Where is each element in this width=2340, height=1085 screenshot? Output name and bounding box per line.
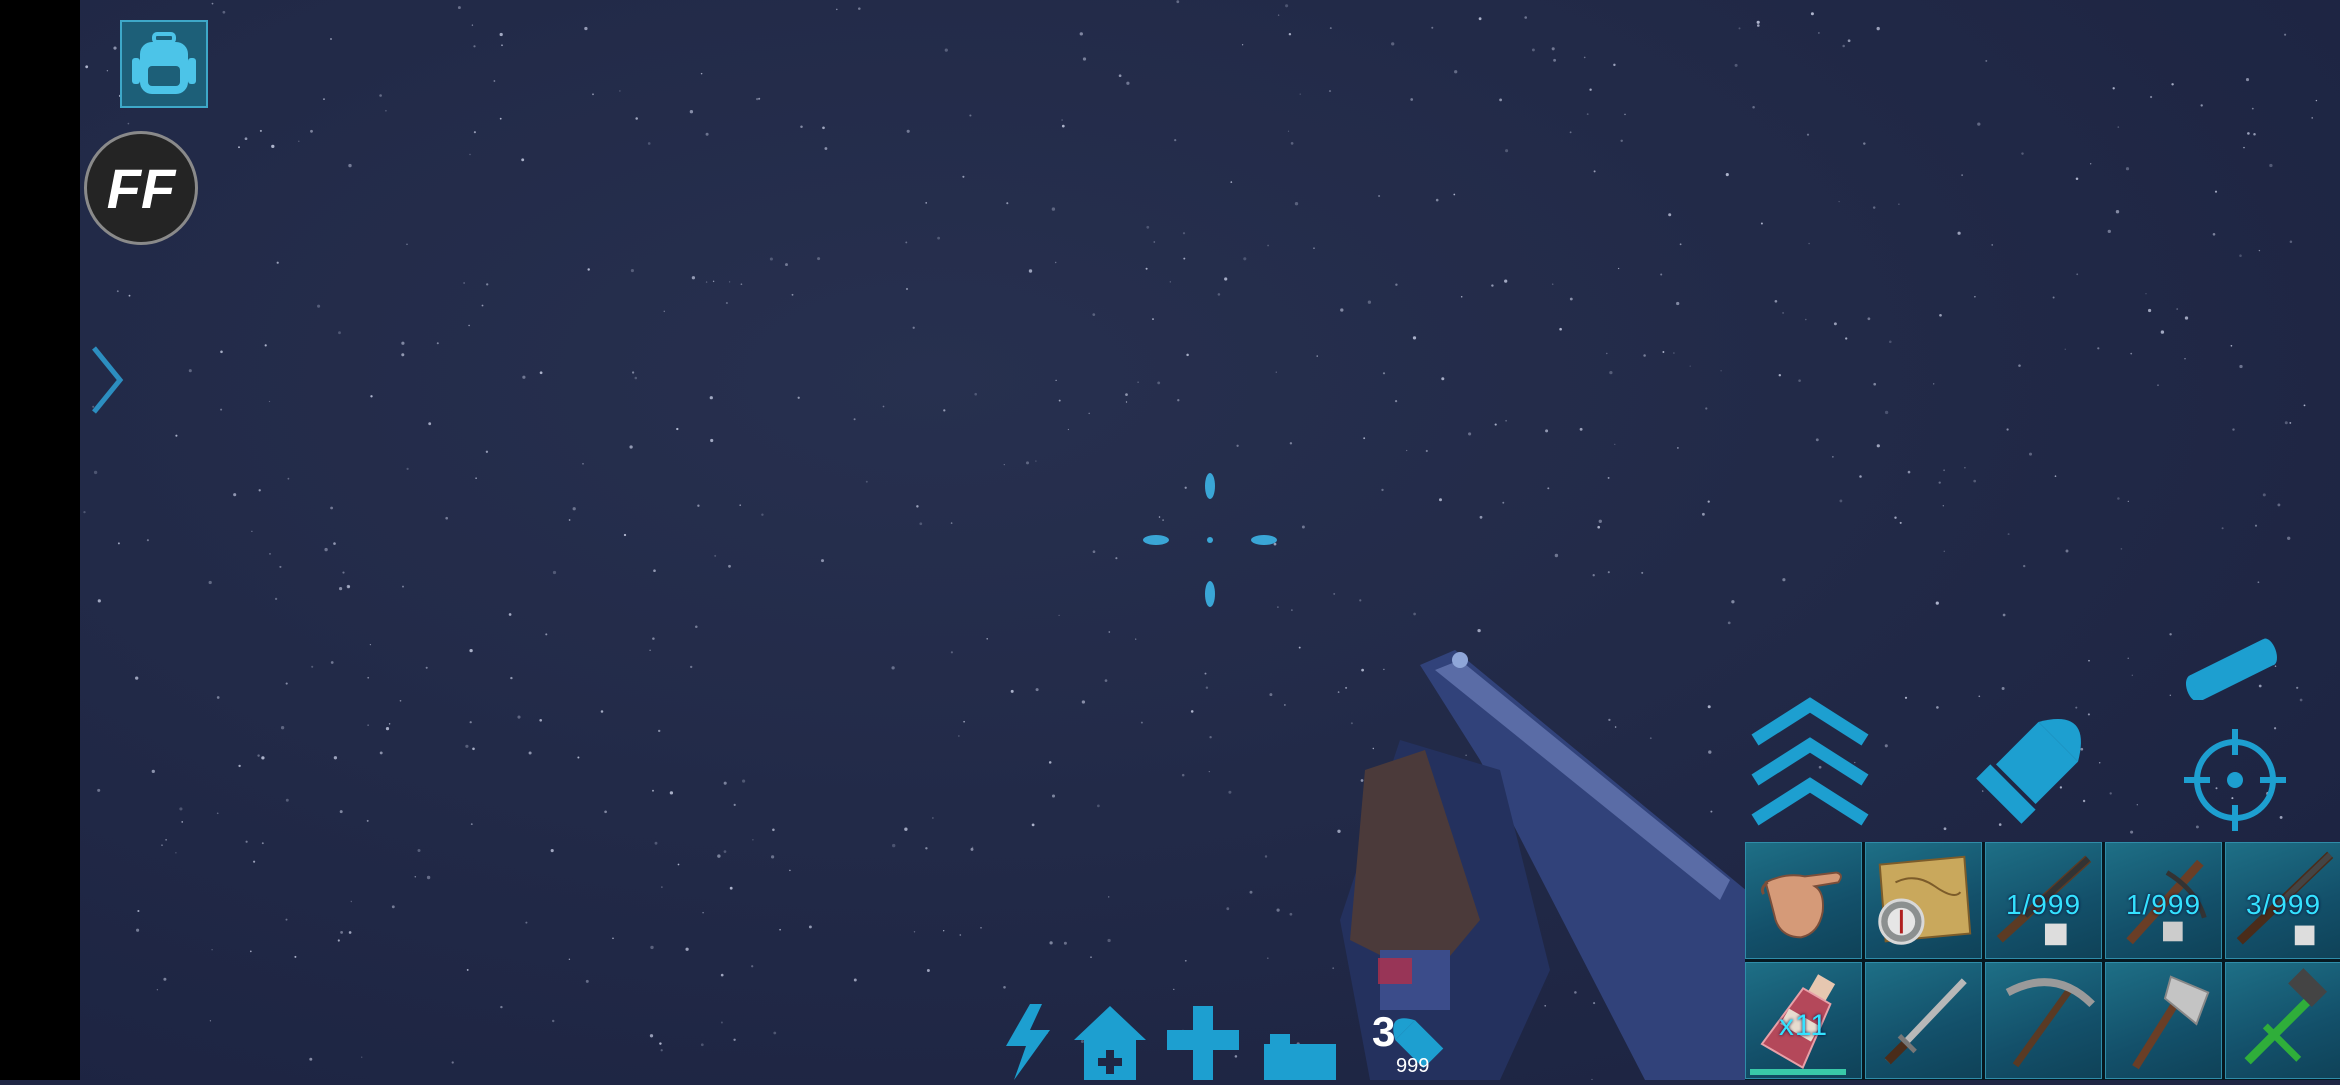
hand-icon (1760, 871, 1842, 939)
map-compass-icon (1878, 855, 1972, 945)
backpack-icon (132, 32, 196, 94)
hotbar-slot-potion[interactable]: x11 (1745, 962, 1862, 1079)
hotbar-slot-pickaxe[interactable] (1985, 962, 2102, 1079)
ff-label: FF (106, 156, 176, 220)
item-quantity: 3/999 (2245, 889, 2322, 920)
item-quantity: x11 (1778, 1009, 1829, 1042)
spyglass-icon (2185, 638, 2278, 700)
jump-button[interactable] (1745, 695, 1875, 835)
hotbar-slot-rifle[interactable]: 3/999 (2225, 842, 2340, 959)
fast-forward-button[interactable]: FF (84, 131, 198, 245)
hotbar-slot-shotgun[interactable]: 1/999 (1985, 842, 2102, 959)
item-quantity: 1/999 (2005, 889, 2082, 920)
hotbar-slot-hatchet[interactable] (2105, 962, 2222, 1079)
ammo-total-count: 999 (1396, 1055, 1430, 1077)
ammo-button[interactable] (1965, 695, 2110, 830)
hotbar-slot-sword[interactable] (1865, 962, 1982, 1079)
house-plus-icon (1074, 1006, 1146, 1080)
hotbar: 1/999 1/999 3/999 x11 (1745, 842, 2340, 1080)
spyglass-button[interactable] (2175, 630, 2285, 700)
health-plus-icon (1167, 1006, 1239, 1080)
triple-chevron-up-icon (1751, 697, 1869, 826)
inventory-button[interactable] (120, 20, 208, 108)
hatchet-icon (2132, 975, 2210, 1070)
hotbar-slot-map[interactable] (1865, 842, 1982, 959)
hotbar-slot-crossbow[interactable]: 1/999 (2105, 842, 2222, 959)
durability-bar (1750, 1069, 1846, 1075)
crosshair-icon (1143, 473, 1277, 607)
pickaxe-icon (2005, 978, 2095, 1068)
bullet-icon (1976, 719, 2081, 824)
aim-button[interactable] (2180, 725, 2290, 835)
screen-bezel (0, 0, 80, 1080)
item-quantity: 1/999 (2125, 889, 2202, 920)
bed-icon (1264, 1034, 1336, 1080)
lightning-icon (1006, 1004, 1050, 1080)
hotbar-slot-hammer[interactable] (2225, 962, 2340, 1079)
ammo-loaded-count: 3 (1372, 1008, 1396, 1055)
hotbar-slot-hand[interactable] (1745, 842, 1862, 959)
hammer-icon (2244, 968, 2328, 1065)
chevron-right-icon[interactable] (86, 340, 126, 420)
sword-icon (1884, 978, 1967, 1065)
